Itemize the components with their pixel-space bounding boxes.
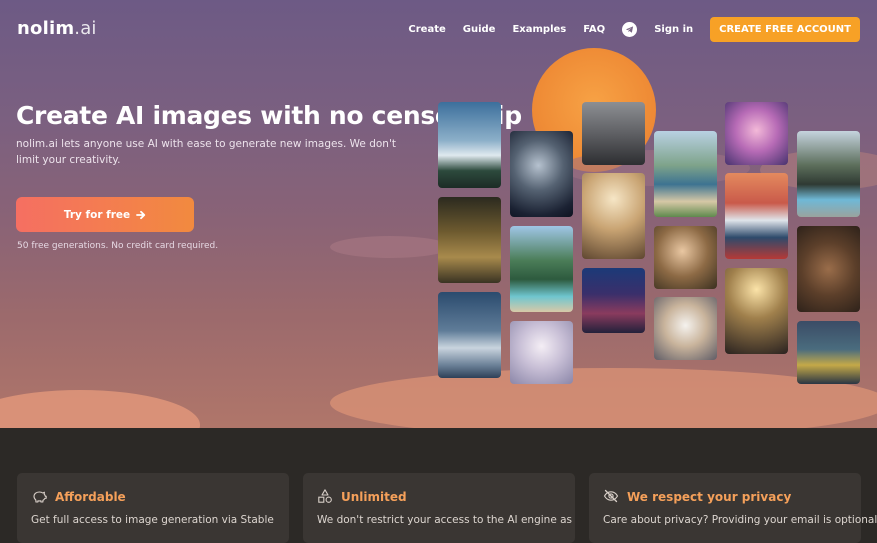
piggy-bank-icon [33, 491, 47, 503]
gallery-image-puppy-bunny-hat[interactable] [654, 297, 717, 360]
free-generations-note: 50 free generations. No credit card requ… [17, 241, 219, 251]
gallery-image-monkey-family[interactable] [438, 197, 501, 283]
nav-examples[interactable]: Examples [512, 24, 566, 35]
feature-title: We respect your privacy [627, 490, 792, 504]
cloud-decoration [330, 236, 450, 258]
shapes-icon [318, 489, 332, 503]
gallery-image-mountain-lake-lodge[interactable] [654, 131, 717, 217]
feature-card-affordable: Affordable Get full access to image gene… [17, 473, 289, 543]
gallery-image-mountain-lake-moon[interactable] [438, 102, 501, 188]
hero-section: nolim.ai Create Guide Examples FAQ Sign … [0, 0, 877, 428]
gallery-image-monkey-group[interactable] [797, 226, 860, 312]
gallery-image-chandelier-hall[interactable] [725, 268, 788, 354]
gallery-image-neon-city-rain[interactable] [797, 321, 860, 384]
hero-subtitle: nolim.ai lets anyone use AI with ease to… [16, 138, 396, 166]
gallery-image-modern-glass-house[interactable] [797, 131, 860, 217]
top-nav: Create Guide Examples FAQ Sign in CREATE… [391, 17, 860, 42]
gallery-image-palace-hall[interactable] [582, 173, 645, 259]
try-button-label: Try for free [63, 208, 131, 221]
try-for-free-button[interactable]: Try for free [16, 197, 194, 232]
gallery-image-red-alpine-sunset[interactable] [725, 173, 788, 259]
feature-text: Get full access to image generation via … [31, 514, 274, 526]
create-account-button[interactable]: CREATE FREE ACCOUNT [710, 17, 860, 42]
feature-card-privacy: We respect your privacy Care about priva… [589, 473, 877, 543]
gallery-image-anime-girl-colorful[interactable] [725, 102, 788, 165]
arrow-right-icon [136, 210, 146, 219]
gallery-image-suited-man-city[interactable] [582, 102, 645, 165]
gallery-image-tropical-resort[interactable] [510, 226, 573, 312]
gallery-image-cyberpunk-bearded-man[interactable] [582, 268, 645, 333]
eye-slash-icon [603, 489, 619, 503]
nav-create[interactable]: Create [408, 24, 445, 35]
nav-guide[interactable]: Guide [463, 24, 496, 35]
feature-title: Unlimited [341, 490, 407, 504]
telegram-icon[interactable] [622, 22, 638, 37]
feature-title: Affordable [55, 490, 126, 504]
brand-logo[interactable]: nolim.ai [17, 18, 97, 39]
gallery-image-ai-robot-woman[interactable] [510, 131, 573, 217]
feature-text: We don't restrict your access to the AI … [317, 514, 573, 526]
sign-in-link[interactable]: Sign in [654, 24, 693, 35]
feature-card-unlimited: Unlimited We don't restrict your access … [303, 473, 575, 543]
cloud-decoration [0, 390, 200, 428]
cloud-decoration [330, 368, 877, 428]
feature-text: Care about privacy? Providing your email… [603, 514, 877, 526]
nav-faq[interactable]: FAQ [583, 24, 605, 35]
gallery-image-renaissance-woman[interactable] [654, 226, 717, 289]
gallery-image-snow-mountain-moon[interactable] [438, 292, 501, 378]
gallery-image-white-hair-woman[interactable] [510, 321, 573, 384]
